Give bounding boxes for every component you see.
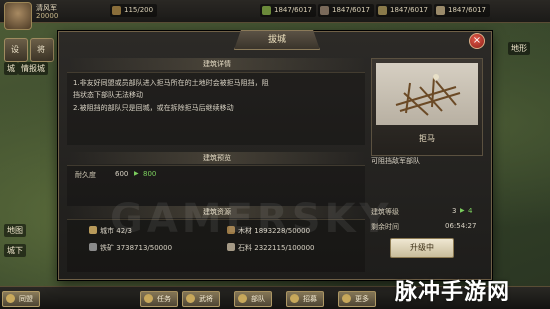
more-label: 更多 (355, 295, 369, 303)
terrain-label[interactable]: 地形 (508, 42, 530, 55)
top-status-bar: 清风军 20000 115/200 1847/6017 1847/6017 18… (0, 0, 550, 30)
resource-value: 1847/6017 (390, 6, 428, 14)
detail-line: 挡状态下部队无法移动 (73, 91, 143, 99)
upgrade-button[interactable]: 升级中 (390, 238, 454, 258)
army-label: 部队 (251, 295, 265, 303)
city-icon (89, 226, 97, 234)
right-sidebar: 地形 (498, 36, 550, 276)
recruit-label: 招募 (303, 295, 317, 303)
more-icon (342, 294, 351, 303)
generals-tab-label: 武将 (199, 295, 213, 303)
generals-label: 将 (37, 45, 45, 54)
chevaux-de-frise-image (376, 63, 478, 125)
player-value: 20000 (36, 12, 59, 20)
building-name: 拒马 (419, 134, 435, 143)
resource-iron: 1847/6017 (318, 4, 374, 17)
recruit-icon (290, 294, 299, 303)
intel-label[interactable]: 情报城 (18, 62, 48, 75)
tasks-label: 任务 (157, 295, 171, 303)
grain-icon (436, 6, 445, 15)
generals-button[interactable]: 将 (30, 38, 54, 62)
settings-label: 设 (11, 45, 19, 54)
site-watermark: 脉冲手游网 (395, 280, 511, 305)
left-sidebar: 设 将 城 情报城 地图 城下 (0, 36, 60, 286)
settings-button[interactable]: 设 (4, 38, 28, 62)
helmet-icon (186, 294, 195, 303)
map-label[interactable]: 地图 (4, 224, 26, 237)
resource-value: 1847/6017 (332, 6, 370, 14)
resource-value: 1847/6017 (274, 6, 312, 14)
upgrade-arrow-icon: ▶ (134, 170, 139, 177)
flag-icon (238, 294, 247, 303)
resource-troops: 115/200 (110, 4, 158, 17)
iron-icon (89, 243, 97, 251)
resource-value: 115/200 (124, 6, 154, 14)
cost-value: 2322115/100000 (254, 244, 315, 252)
building-description: 可阻挡敌军部队 (371, 157, 420, 165)
generals-tab-button[interactable]: 武将 (182, 291, 220, 307)
wood-icon (262, 6, 271, 15)
close-button[interactable]: × (469, 33, 485, 49)
detail-line: 2.被阻挡的部队只是回城，或在拆除拒马后继续移动 (73, 104, 234, 112)
army-button[interactable]: 部队 (234, 291, 272, 307)
alliance-icon (6, 294, 15, 303)
resource-wood: 1847/6017 (260, 4, 316, 17)
more-button[interactable]: 更多 (338, 291, 376, 307)
detail-line: 1.非友好同盟或员部队进入拒马所在的土地时会被拒马阻挡，阻 (73, 79, 269, 87)
level-current: 3 (452, 207, 457, 215)
stone-icon (227, 243, 235, 251)
tasks-icon (144, 294, 153, 303)
timer-value: 06:54:27 (445, 222, 477, 230)
stone-icon (378, 6, 387, 15)
cost-name: 石料 (238, 244, 252, 252)
level-arrow-icon: ▶ (460, 207, 465, 214)
level-next: 4 (468, 207, 473, 215)
city-label[interactable]: 城 (4, 62, 18, 75)
gamersky-watermark: GAMERSKY (110, 196, 393, 242)
recruit-button[interactable]: 招募 (286, 291, 324, 307)
dialog-title: 拔城 (234, 30, 320, 50)
cost-value: 3738713/50000 (116, 244, 173, 252)
iron-icon (320, 6, 329, 15)
resource-stone: 1847/6017 (376, 4, 432, 17)
building-dialog: 拔城 × 建筑详情 1.非友好同盟或员部队进入拒马所在的土地时会被拒马阻挡，阻 … (58, 30, 492, 280)
chevaux-de-frise-icon (395, 74, 461, 116)
cost-name: 铁矿 (100, 244, 114, 252)
cost-iron: 铁矿 3738713/50000 (89, 243, 172, 253)
player-avatar[interactable] (4, 2, 32, 30)
alliance-button[interactable]: 同盟 (2, 291, 40, 307)
city-below-label[interactable]: 城下 (4, 244, 26, 257)
troops-icon (112, 6, 121, 15)
durability-current: 600 (115, 170, 129, 178)
details-header: 建筑详情 (69, 58, 365, 70)
resource-value: 1847/6017 (448, 6, 486, 14)
resource-grain: 1847/6017 (434, 4, 490, 17)
building-card: 拒马 (371, 58, 483, 156)
preview-header: 建筑预览 (69, 152, 365, 164)
durability-label: 耐久度 (75, 171, 96, 179)
cost-stone: 石料 2322115/100000 (227, 243, 315, 253)
durability-next: 800 (143, 170, 157, 178)
alliance-label: 同盟 (19, 295, 33, 303)
tasks-button[interactable]: 任务 (140, 291, 178, 307)
